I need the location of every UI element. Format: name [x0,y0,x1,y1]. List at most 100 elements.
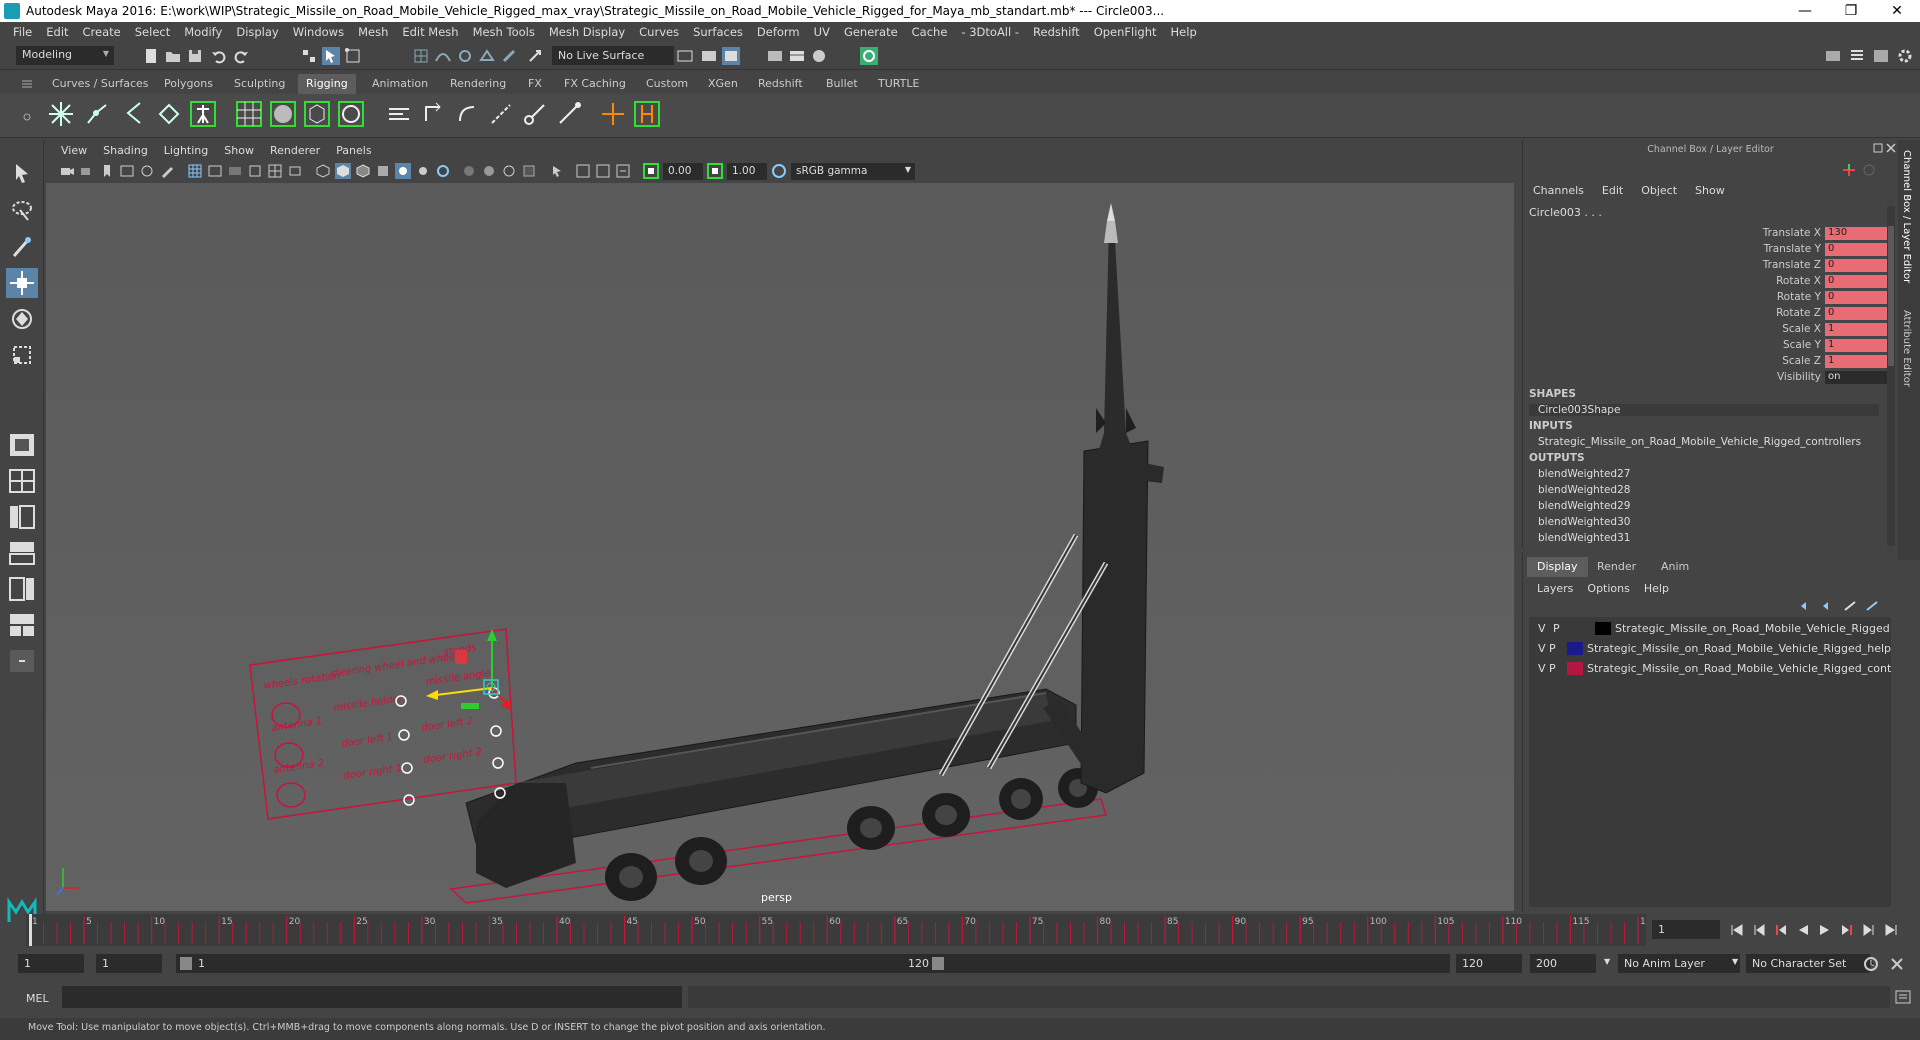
layer-row[interactable]: V P Strategic_Missile_on_Road_Mobile_Veh… [1529,639,1891,658]
smooth-shade-icon[interactable] [335,163,351,179]
gate-mask-icon[interactable] [247,163,263,179]
tab-xgen[interactable]: XGen [700,74,746,94]
motion-blur-icon[interactable] [481,163,497,179]
menu-windows[interactable]: Windows [286,25,351,39]
snap-grid-icon[interactable] [412,47,430,65]
single-perspective-layout-icon[interactable] [6,430,38,460]
redshift-render-view-icon[interactable] [860,47,878,65]
attribute-row[interactable]: Translate Y0 [1627,243,1887,257]
current-frame-field[interactable]: 1 [1652,920,1720,939]
go-to-start-icon[interactable] [1730,923,1744,937]
menu-file[interactable]: File [6,25,39,39]
cluster-icon[interactable] [302,99,332,129]
wireframe-icon[interactable] [315,163,331,179]
new-scene-icon[interactable] [142,47,160,65]
auto-key-icon[interactable] [1862,955,1880,973]
tab-bullet[interactable]: Bullet [818,74,866,94]
layer-color-swatch[interactable] [1567,662,1583,675]
open-scene-icon[interactable] [164,47,182,65]
persp-graph-layout-icon[interactable] [6,538,38,568]
attribute-value-field[interactable]: 1 [1825,355,1887,368]
timeline-ruler[interactable]: 1 5 10 15 20 25 30 35 40 45 50 55 60 65 70 75 80 85 90 95 10… [26,914,1646,946]
select-component-icon[interactable] [344,47,362,65]
menu-edit[interactable]: Edit [39,25,75,39]
tab-redshift[interactable]: Redshift [750,74,811,94]
script-editor-icon[interactable] [1894,989,1912,1005]
attribute-value-field[interactable]: 0 [1825,275,1887,288]
minimize-button[interactable]: — [1782,3,1828,19]
scale-tool-icon[interactable] [6,340,38,370]
attribute-row[interactable]: Scale X1 [1627,323,1887,337]
safe-action-icon[interactable] [287,163,303,179]
output-node[interactable]: blendWeighted31 [1538,532,1630,544]
menu-3dtoall[interactable]: - 3DtoAll - [954,25,1026,39]
manipulator-options-icon[interactable] [1841,162,1857,178]
exposure-field[interactable]: 0.00 [663,163,703,180]
move-tool-icon[interactable] [6,268,38,298]
output-node[interactable]: blendWeighted28 [1538,484,1630,496]
tab-fx-caching[interactable]: FX Caching [556,74,634,94]
tab-fx[interactable]: FX [520,74,550,94]
menu-select[interactable]: Select [128,25,177,39]
attribute-row[interactable]: Translate Z0 [1627,259,1887,273]
tab-custom[interactable]: Custom [638,74,696,94]
input-line-icon[interactable] [676,47,694,65]
layer-row[interactable]: V P Strategic_Missile_on_Road_Mobile_Veh… [1529,619,1891,638]
layer-tab-anim[interactable]: Anim [1651,557,1699,577]
menu-redshift[interactable]: Redshift [1026,25,1087,39]
menu-mesh-display[interactable]: Mesh Display [542,25,632,39]
menu-cache[interactable]: Cache [905,25,955,39]
range-slider-start-handle[interactable] [180,957,192,970]
channel-box-menu-show[interactable]: Show [1695,184,1725,197]
select-camera-icon[interactable] [59,163,75,179]
channel-box-menu-object[interactable]: Object [1641,184,1677,197]
maximize-button[interactable]: ❐ [1828,3,1874,19]
parent-constraint-icon[interactable] [418,99,448,129]
layer-menu-help[interactable]: Help [1644,582,1669,595]
layer-tab-render[interactable]: Render [1587,557,1646,577]
hypershade-layout-icon[interactable] [6,574,38,604]
menu-uv[interactable]: UV [807,25,837,39]
play-backward-icon[interactable] [1796,923,1810,937]
use-all-lights-icon[interactable] [395,163,411,179]
layout-options-icon[interactable] [6,646,38,676]
anim-layer-dropdown[interactable]: No Anim Layer ▼ [1604,954,1740,973]
attribute-value-field[interactable]: 1 [1825,323,1887,336]
blend-shape-icon[interactable] [336,99,366,129]
render-view-icon[interactable] [700,47,718,65]
render-settings-icon[interactable] [788,47,806,65]
layer-color-swatch[interactable] [1595,622,1611,635]
toggle-tool-settings-icon[interactable] [1872,47,1890,65]
tab-channel-box-layer-editor[interactable]: Channel Box / Layer Editor [1901,150,1912,283]
exposure-icon[interactable] [643,163,659,179]
script-language-label[interactable]: MEL [26,992,49,1005]
snap-live-icon[interactable] [500,47,518,65]
xray-icon[interactable] [435,163,451,179]
paint-select-tool-icon[interactable] [6,232,38,262]
redo-icon[interactable] [232,47,250,65]
menu-generate[interactable]: Generate [837,25,905,39]
two-d-pan-zoom-icon[interactable] [139,163,155,179]
play-forward-icon[interactable] [1818,923,1832,937]
lasso-tool-icon[interactable] [6,196,38,226]
xray-joints-icon[interactable] [575,163,591,179]
tab-attribute-editor[interactable]: Attribute Editor [1901,310,1912,387]
attribute-row[interactable]: Rotate Z0 [1627,307,1887,321]
layer-playback-toggle[interactable]: P [1553,622,1560,635]
undo-icon[interactable] [210,47,228,65]
four-view-layout-icon[interactable] [6,466,38,496]
layer-visibility-toggle[interactable]: V [1538,622,1546,635]
color-management-icon[interactable] [771,163,787,179]
grease-pencil-icon[interactable] [159,163,175,179]
playback-end-field[interactable]: 120 [1456,954,1522,973]
lattice-icon[interactable] [234,99,264,129]
playback-start-field[interactable]: 1 [96,954,162,973]
select-hierarchy-icon[interactable] [300,47,318,65]
close-panel-icon[interactable] [1886,143,1896,153]
move-layer-up-icon[interactable] [1799,600,1813,612]
move-layer-down-icon[interactable] [1821,600,1835,612]
resolution-gate-icon[interactable] [227,163,243,179]
pole-vector-icon[interactable] [554,99,584,129]
menu-curves[interactable]: Curves [632,25,686,39]
menu-modify[interactable]: Modify [177,25,229,39]
